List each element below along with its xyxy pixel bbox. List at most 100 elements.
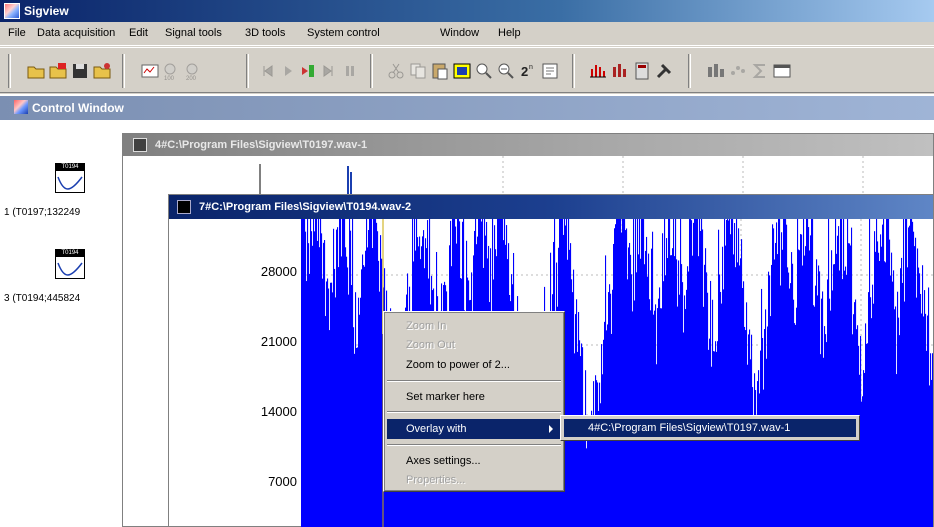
y-axis: 28000 21000 14000 7000 [219, 219, 297, 527]
signal-bar [850, 245, 852, 527]
menu-file[interactable]: File [8, 27, 26, 39]
signal-bar [798, 249, 800, 527]
spectrum-icon[interactable] [588, 61, 608, 81]
signal-bar [631, 274, 633, 527]
signal-bar [637, 219, 639, 527]
menu-window[interactable]: Window [440, 27, 479, 39]
signal-bar [681, 264, 683, 527]
zoom-100-icon[interactable]: 100 [162, 61, 182, 81]
zoom-200-icon[interactable]: 200 [184, 61, 204, 81]
signal-bar [326, 281, 328, 527]
paste-icon[interactable] [430, 61, 450, 81]
app-title-bar: Sigview [0, 0, 934, 22]
signal-bar [656, 364, 658, 527]
menu-data-acquisition[interactable]: Data acquisition [37, 27, 115, 39]
signal-bar [900, 268, 902, 527]
signal-bar [647, 276, 649, 527]
cut-icon[interactable] [386, 61, 406, 81]
signal-bar [307, 219, 309, 527]
signal-bar [918, 267, 920, 527]
first-icon[interactable] [258, 61, 278, 81]
submenu-overlay-target[interactable]: 4#C:\Program Files\Sigview\T0197.wav-1 [564, 419, 856, 437]
menu-signal-tools[interactable]: Signal tools [165, 27, 222, 39]
save-icon[interactable] [70, 61, 90, 81]
stats-icon[interactable] [140, 61, 160, 81]
signal-bar [304, 219, 306, 527]
signal-bar [671, 255, 673, 527]
signal-bar [784, 219, 786, 527]
menu-zoom-power-2[interactable]: Zoom to power of 2... [387, 355, 561, 375]
signal-bar [373, 219, 375, 527]
signal-bar [887, 219, 889, 527]
signal-bar [799, 250, 801, 527]
chart-icon[interactable] [706, 61, 726, 81]
signal-bar [774, 259, 776, 527]
menu-zoom-out[interactable]: Zoom Out [387, 335, 561, 355]
open-folder-icon[interactable] [92, 61, 112, 81]
menu-set-marker[interactable]: Set marker here [387, 387, 561, 407]
zoom-out-icon[interactable] [496, 61, 516, 81]
signal-bar [567, 259, 569, 527]
back-window-plot [259, 156, 864, 196]
signal-bar [689, 219, 691, 527]
window-icon[interactable] [772, 61, 792, 81]
signal-bar [879, 260, 881, 527]
copy-icon[interactable] [408, 61, 428, 81]
pause-icon[interactable] [340, 61, 360, 81]
overlay-submenu: 4#C:\Program Files\Sigview\T0197.wav-1 [560, 415, 860, 441]
import-icon[interactable] [48, 61, 68, 81]
signal-bar [815, 285, 817, 527]
menu-edit[interactable]: Edit [129, 27, 148, 39]
menu-overlay-with[interactable]: Overlay with [387, 419, 561, 439]
next-icon[interactable] [318, 61, 338, 81]
zoom-in-icon[interactable] [474, 61, 494, 81]
signal-bar [620, 219, 622, 527]
properties-icon[interactable] [540, 61, 560, 81]
signal-bar [724, 219, 726, 527]
signal-bar [890, 275, 892, 527]
signal-bar [909, 225, 911, 527]
signal-bar [623, 219, 625, 527]
signal-bar [891, 252, 893, 527]
zoom-power-icon[interactable]: 2n [518, 61, 538, 81]
select-icon[interactable] [452, 61, 472, 81]
scatter-icon[interactable] [728, 61, 748, 81]
menu-properties[interactable]: Properties... [387, 470, 561, 490]
signal-bar [698, 256, 700, 527]
y-tick-label: 21000 [260, 334, 297, 349]
signal-label-1[interactable]: 1 (T0197;132249 [4, 207, 80, 218]
filter-icon[interactable] [610, 61, 630, 81]
signal-bar [803, 219, 805, 527]
signal-bar [851, 227, 853, 527]
menu-3d-tools[interactable]: 3D tools [245, 27, 285, 39]
calc-icon[interactable] [632, 61, 652, 81]
play-icon[interactable] [278, 61, 298, 81]
open-icon[interactable] [26, 61, 46, 81]
menu-help[interactable]: Help [498, 27, 521, 39]
window-title-bar[interactable]: 4#C:\Program Files\Sigview\T0197.wav-1 [123, 134, 933, 156]
tools-icon[interactable] [654, 61, 674, 81]
app-title: Sigview [24, 4, 69, 18]
signal-bar [740, 258, 742, 527]
next-marker-icon[interactable] [298, 61, 318, 81]
signal-bar [616, 219, 618, 527]
menu-system-control[interactable]: System control [307, 27, 380, 39]
window-title-bar[interactable]: 7#C:\Program Files\Sigview\T0194.wav-2 [169, 195, 933, 219]
signal-thumbnail-1[interactable]: T0194 [55, 163, 85, 193]
signal-bar [710, 280, 712, 527]
menu-axes-settings[interactable]: Axes settings... [387, 451, 561, 471]
signal-bar [833, 264, 835, 527]
app-icon [4, 3, 20, 19]
signal-thumbnail-3[interactable]: T0194 [55, 249, 85, 279]
signal-bar [680, 219, 682, 527]
signal-bar [641, 219, 643, 527]
menu-zoom-in[interactable]: Zoom In [387, 316, 561, 336]
signal-bar [659, 287, 661, 527]
signal-bar [360, 297, 362, 527]
sum-icon[interactable] [750, 61, 770, 81]
signal-label-3[interactable]: 3 (T0194;445824 [4, 293, 80, 304]
signal-bar [802, 265, 804, 527]
signal-bar [679, 294, 681, 527]
signal-bar [916, 297, 918, 527]
signal-bar [673, 219, 675, 527]
